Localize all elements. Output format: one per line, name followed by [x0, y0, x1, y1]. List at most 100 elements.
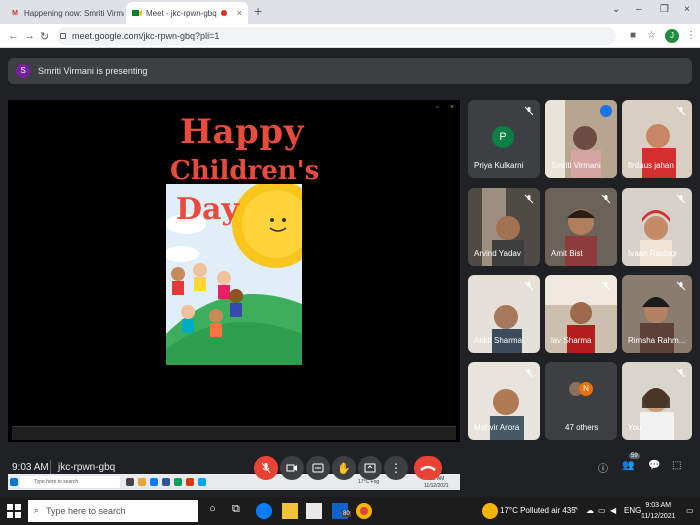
participant-name: Mahvir Arora — [474, 423, 520, 432]
tab-happening-now[interactable]: M Happening now: Smriti Virmani is × — [4, 2, 124, 24]
task-view-icon[interactable]: ○ — [209, 503, 216, 515]
participant-tile[interactable]: lav Sharma — [545, 275, 617, 353]
chat-icon[interactable]: 💬 — [648, 460, 660, 471]
close-window-icon[interactable]: × — [684, 4, 690, 15]
participant-name: Arvind Yadav — [474, 249, 521, 258]
participant-name: firdaus jahan — [628, 161, 674, 170]
participant-name: Smriti Virmani — [551, 161, 601, 170]
lock-icon[interactable] — [60, 33, 66, 39]
recording-indicator-icon — [220, 10, 227, 16]
presenting-text: Smriti Virmani is presenting — [38, 66, 148, 76]
forward-icon[interactable]: → — [24, 30, 35, 42]
divider — [50, 460, 51, 474]
tab-label: Meet - jkc-rpwn-gbq — [146, 8, 217, 18]
stage-close-icon[interactable]: × — [450, 104, 454, 111]
maximize-icon[interactable]: ❐ — [660, 4, 669, 15]
taskbar-apps-icon[interactable]: ⧉ — [232, 503, 240, 516]
participant-name: Ivaan Rastogi — [628, 249, 677, 258]
participant-tile[interactable]: Mahvir Arora — [468, 362, 540, 440]
network-icon[interactable]: ▭ — [598, 506, 606, 515]
shared-search-text: Type here to search — [34, 479, 79, 485]
slide-title-childrens: Children's — [170, 156, 320, 186]
participant-tile[interactable]: Smriti Virmani — [545, 100, 617, 178]
pip-icon[interactable]: ▫ — [436, 104, 438, 111]
present-screen-icon — [364, 463, 376, 473]
self-tile[interactable]: You — [622, 362, 692, 440]
participant-tile[interactable]: P Priya Kulkarni — [468, 100, 540, 178]
new-tab-button[interactable]: + — [254, 3, 262, 19]
clock-time: 9:03 AM — [645, 502, 672, 509]
present-button[interactable] — [358, 456, 382, 480]
participant-tile[interactable]: Ivaan Rastogi — [622, 188, 692, 266]
cloud-icon[interactable]: ☁ — [586, 506, 594, 515]
mic-off-icon — [261, 462, 271, 474]
raise-hand-button[interactable]: ✋ — [332, 456, 356, 480]
participant-tile[interactable]: Rimsha Rahm... — [622, 275, 692, 353]
others-tile[interactable]: N 47 others — [545, 362, 617, 440]
meeting-details-icon[interactable]: ⓘ — [598, 460, 608, 475]
taskbar-weather[interactable]: 17°C Polluted air 435 — [500, 506, 576, 515]
activities-icon[interactable]: ⬚ — [672, 460, 681, 471]
speaking-indicator-icon — [600, 105, 612, 117]
meeting-time: 9:03 AM — [12, 462, 49, 473]
participant-tile[interactable]: Amit Bist — [545, 188, 617, 266]
taskbar-clock[interactable]: 9:03 AM 11/12/2021 — [641, 500, 676, 522]
store-icon[interactable] — [306, 503, 322, 519]
tab-search-icon[interactable]: ⌄ — [612, 4, 620, 15]
mic-off-icon — [676, 368, 686, 378]
participant-tile[interactable]: Ankit Sharma — [468, 275, 540, 353]
close-tab-icon[interactable]: × — [237, 8, 242, 18]
participant-tile[interactable]: firdaus jahan — [622, 100, 692, 178]
slide-title-happy: Happy — [180, 112, 304, 152]
participant-avatar: P — [492, 126, 514, 148]
chrome-icon[interactable] — [356, 503, 372, 519]
url-text: meet.google.com/jkc-rpwn-gbq?pli=1 — [72, 31, 220, 41]
volume-icon[interactable]: ◀ — [610, 506, 616, 515]
windows-taskbar: Type here to search ⌕ ○ ⧉ 80 17°C Pollut… — [0, 497, 700, 525]
mic-off-icon — [524, 106, 534, 116]
language-indicator[interactable]: ENG — [624, 506, 641, 515]
file-explorer-icon[interactable] — [282, 503, 298, 519]
taskbar-search-box[interactable]: Type here to search — [28, 500, 198, 522]
mic-toggle-button[interactable] — [254, 456, 278, 480]
participant-name: Amit Bist — [551, 249, 583, 258]
mic-off-icon — [601, 281, 611, 291]
edge-icon — [150, 478, 158, 486]
back-icon[interactable]: ← — [8, 30, 19, 42]
camera-status-icon[interactable]: ■ — [630, 30, 636, 41]
mic-off-icon — [524, 281, 534, 291]
others-count: 47 others — [565, 423, 599, 432]
captions-button[interactable] — [306, 456, 330, 480]
search-icon: ⌕ — [34, 505, 40, 515]
tray-chevron-icon[interactable]: ^ — [574, 506, 578, 515]
hand-icon: ✋ — [337, 462, 351, 475]
meet-window: S Smriti Virmani is presenting ▫ × Happy… — [0, 48, 700, 494]
more-options-button[interactable]: ⋮ — [384, 456, 408, 480]
word-icon — [162, 478, 170, 486]
presentation-stage[interactable]: ▫ × Happy Children's Day Type here to se… — [8, 100, 460, 490]
url-field[interactable]: meet.google.com/jkc-rpwn-gbq?pli=1 — [56, 27, 616, 45]
others-avatar: N — [579, 382, 593, 396]
minimize-icon[interactable]: – — [636, 4, 642, 15]
chrome-icon — [174, 478, 182, 486]
notifications-icon[interactable]: ▭ — [686, 506, 694, 515]
mic-off-icon — [524, 368, 534, 378]
slide-toolbar — [12, 426, 456, 440]
people-icon[interactable]: 👥 — [622, 460, 634, 471]
browser-menu-icon[interactable]: ⋮ — [686, 30, 696, 41]
clock-date: 11/12/2021 — [641, 513, 676, 520]
reload-icon[interactable]: ↻ — [40, 30, 49, 43]
gmail-icon: M — [12, 9, 18, 17]
presenting-banner: S Smriti Virmani is presenting — [8, 58, 692, 84]
camera-toggle-button[interactable] — [280, 456, 304, 480]
windows-start-icon[interactable] — [6, 503, 22, 519]
powerpoint-icon — [186, 478, 194, 486]
slide-title-day: Day — [176, 192, 239, 227]
bookmark-star-icon[interactable]: ☆ — [647, 30, 656, 41]
participant-tile[interactable]: Arvind Yadav — [468, 188, 540, 266]
tab-meet[interactable]: Meet - jkc-rpwn-gbq × — [126, 2, 248, 24]
profile-avatar[interactable]: J — [665, 29, 679, 43]
edge-icon[interactable] — [256, 503, 272, 519]
end-call-button[interactable] — [414, 456, 442, 480]
folder-icon — [138, 478, 146, 486]
